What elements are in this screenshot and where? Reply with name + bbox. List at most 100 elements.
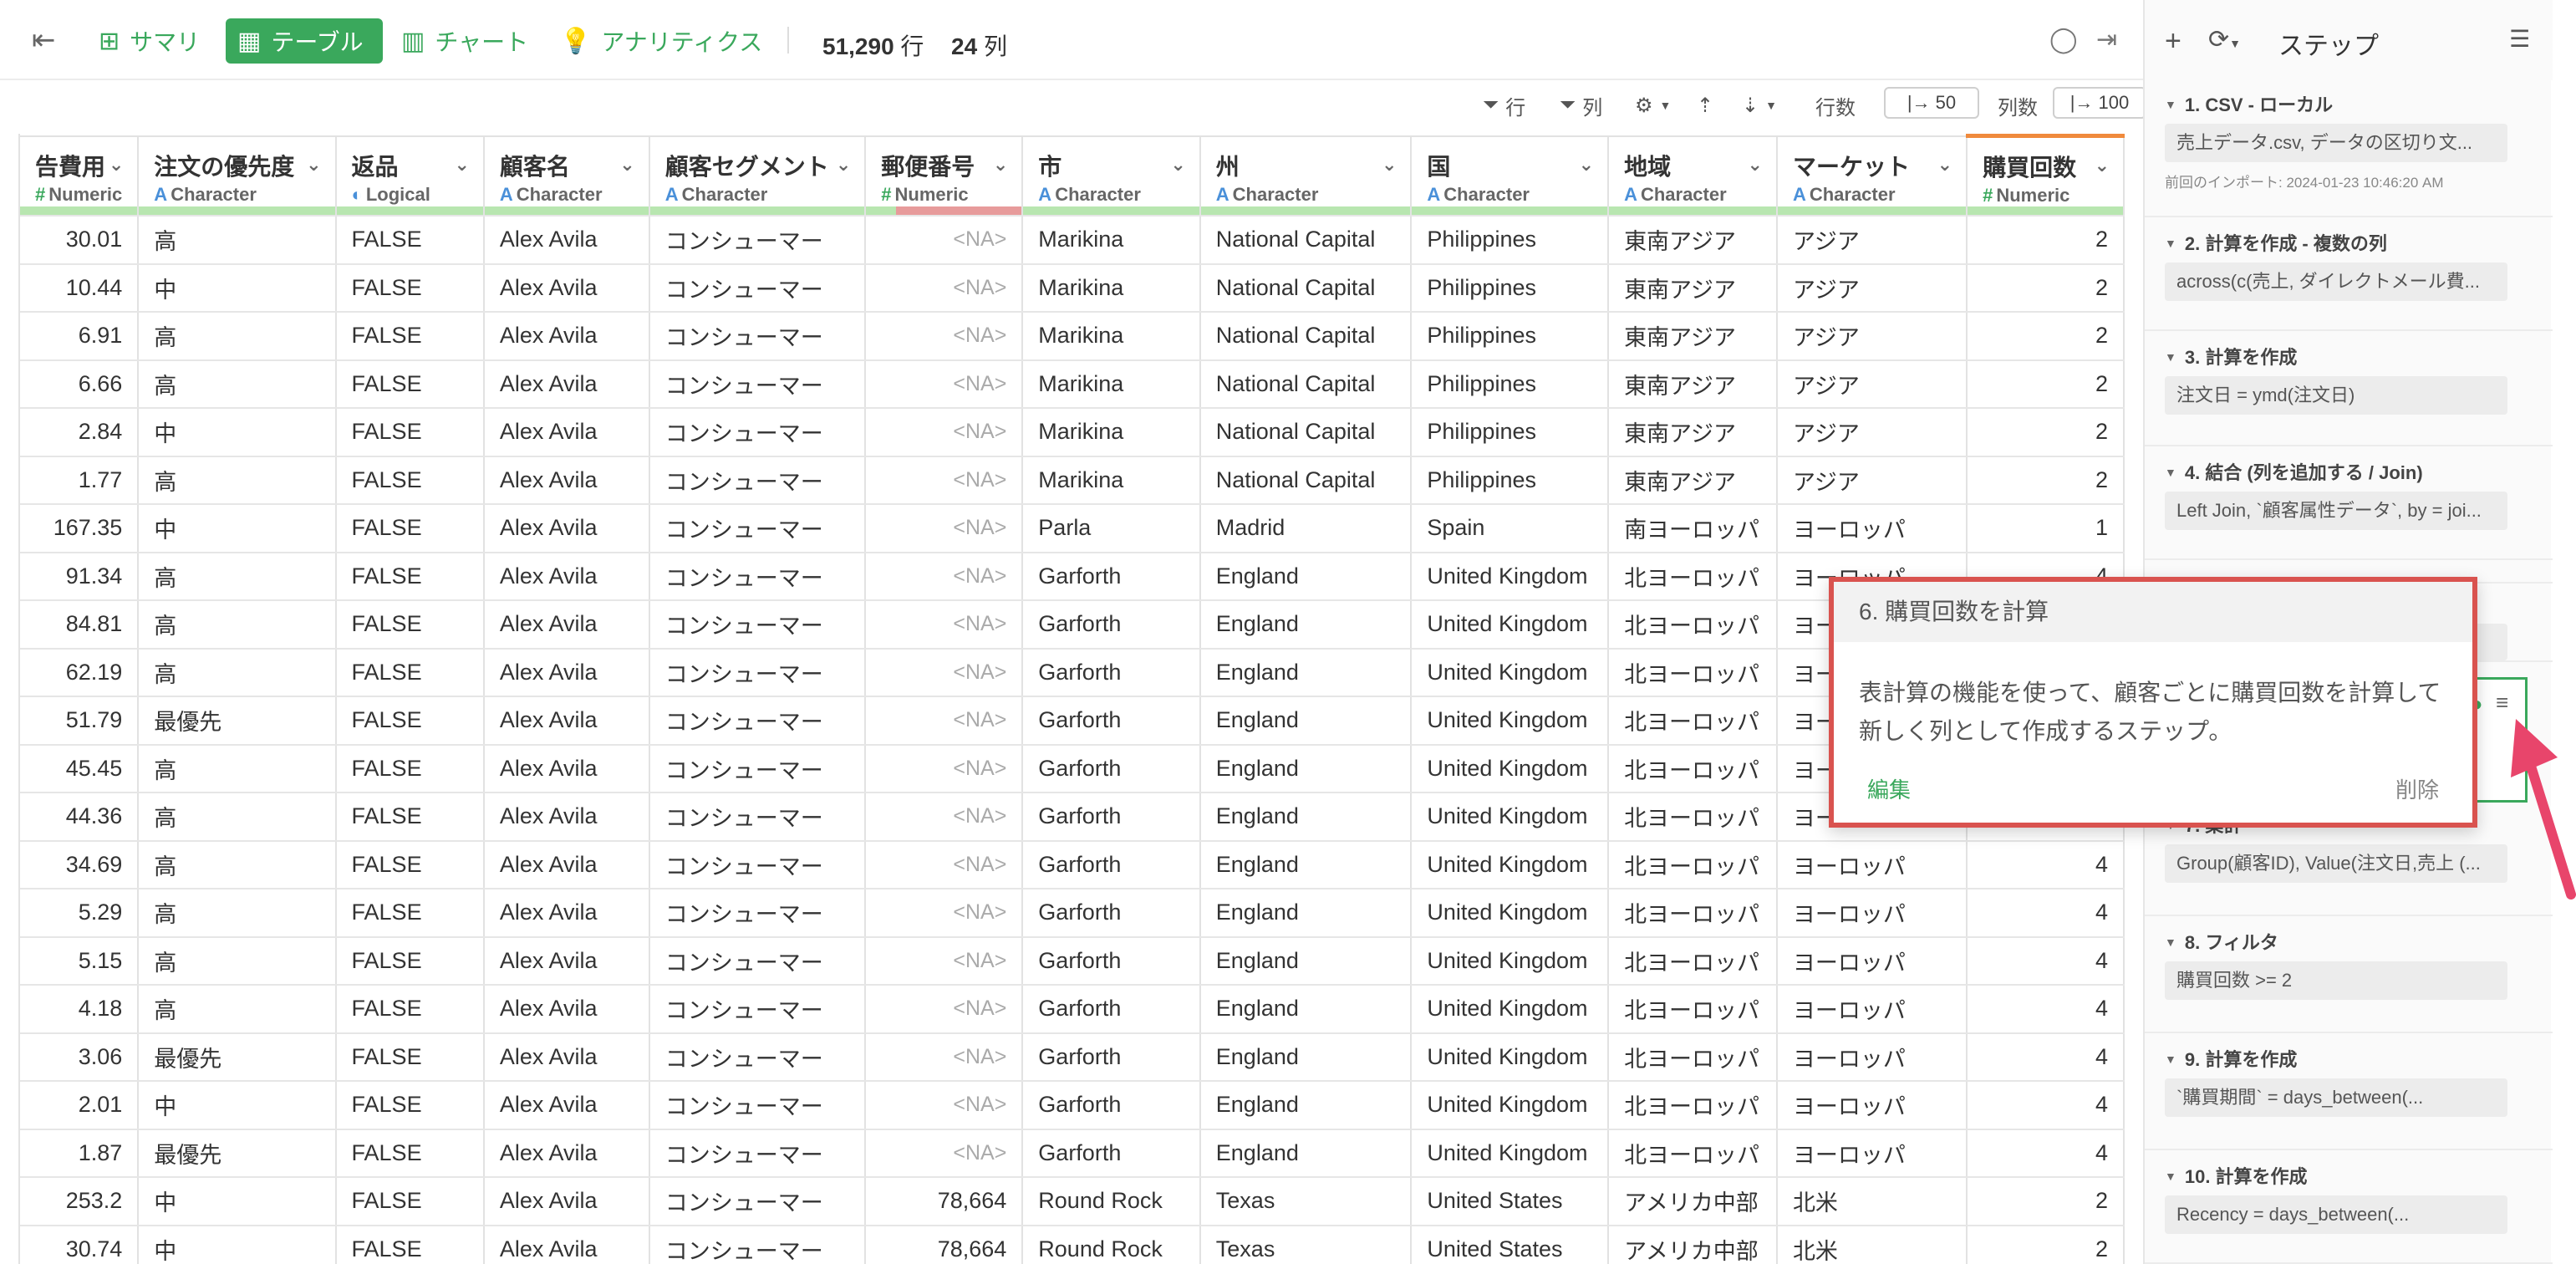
table-row[interactable]: 51.79 最優先 FALSE Alex Avila コンシューマー <NA> Garfor… <box>20 696 2125 746</box>
table-cell[interactable]: 北ヨーロッパ <box>1608 696 1778 746</box>
table-cell[interactable]: ヨーロッパ <box>1776 504 1968 553</box>
collapse-left-icon[interactable]: ⇤ <box>32 25 65 55</box>
table-cell[interactable]: 1.77 <box>20 456 140 505</box>
table-cell[interactable]: FALSE <box>335 408 485 457</box>
table-cell[interactable]: <NA> <box>865 744 1024 793</box>
table-cell[interactable]: United Kingdom <box>1411 1032 1610 1082</box>
table-cell[interactable]: Alex Avila <box>483 985 650 1034</box>
table-cell[interactable]: National Capital <box>1199 408 1413 457</box>
column-menu-chevron-icon[interactable]: ⌄ <box>2095 155 2110 176</box>
table-cell[interactable]: 北ヨーロッパ <box>1608 889 1778 938</box>
step-item[interactable]: 1. CSV - ローカル売上データ.csv, データの区切り文... 前回のイン… <box>2145 80 2553 217</box>
table-cell[interactable]: England <box>1199 793 1413 842</box>
table-cell[interactable]: 45.45 <box>20 744 140 793</box>
column-header[interactable]: 注文の優先度 A Character ⌄ <box>138 135 337 206</box>
settings-dropdown[interactable]: ⚙ ▼ <box>1635 89 1671 122</box>
table-cell[interactable]: United Kingdom <box>1411 985 1610 1034</box>
table-cell[interactable]: コンシューマー <box>649 744 867 793</box>
table-cell[interactable]: Philippines <box>1411 408 1610 457</box>
table-cell[interactable]: <NA> <box>865 696 1024 746</box>
table-cell[interactable]: コンシューマー <box>649 504 867 553</box>
table-cell[interactable]: 北ヨーロッパ <box>1608 648 1778 697</box>
table-cell[interactable]: コンシューマー <box>649 793 867 842</box>
table-cell[interactable]: National Capital <box>1199 263 1413 313</box>
rows-per-page-input[interactable]: |→ 50 <box>1884 87 1979 119</box>
table-cell[interactable]: United Kingdom <box>1411 1129 1610 1178</box>
table-cell[interactable]: <NA> <box>865 408 1024 457</box>
tab-chart[interactable]: ▥ チャート <box>389 18 540 64</box>
table-cell[interactable]: 2 <box>1967 359 2125 409</box>
table-cell[interactable]: <NA> <box>865 889 1024 938</box>
table-cell[interactable]: 4 <box>1967 1129 2125 1178</box>
table-cell[interactable]: 北ヨーロッパ <box>1608 1129 1778 1178</box>
table-cell[interactable]: Alex Avila <box>483 793 650 842</box>
table-cell[interactable]: コンシューマー <box>649 696 867 746</box>
table-cell[interactable]: England <box>1199 648 1413 697</box>
table-cell[interactable]: Marikina <box>1022 263 1201 313</box>
table-cell[interactable]: 4 <box>1967 985 2125 1034</box>
table-cell[interactable]: コンシューマー <box>649 1177 867 1226</box>
table-cell[interactable]: アジア <box>1776 216 1968 265</box>
table-cell[interactable]: 84.81 <box>20 600 140 650</box>
table-cell[interactable]: FALSE <box>335 263 485 313</box>
table-cell[interactable]: Philippines <box>1411 359 1610 409</box>
table-row[interactable]: 2.01 中 FALSE Alex Avila コンシューマー <NA> Garforth E… <box>20 1081 2125 1130</box>
table-cell[interactable]: 最優先 <box>138 1129 337 1178</box>
step-summary[interactable]: across(c(売上, ダイレクトメール費... <box>2165 262 2507 301</box>
table-cell[interactable]: 高 <box>138 456 337 505</box>
table-cell[interactable]: 2 <box>1967 1177 2125 1226</box>
table-row[interactable]: 1.77 高 FALSE Alex Avila コンシューマー <NA> Marikina N… <box>20 456 2125 505</box>
table-cell[interactable]: Texas <box>1199 1225 1413 1264</box>
table-cell[interactable]: 東南アジア <box>1608 216 1778 265</box>
table-cell[interactable]: FALSE <box>335 1081 485 1130</box>
table-cell[interactable]: 3.06 <box>20 1032 140 1082</box>
table-cell[interactable]: United Kingdom <box>1411 744 1610 793</box>
column-header[interactable]: 顧客セグメント A Character ⌄ <box>649 135 867 206</box>
table-cell[interactable]: United Kingdom <box>1411 648 1610 697</box>
table-cell[interactable]: コンシューマー <box>649 1225 867 1264</box>
column-header[interactable]: 購買回数 # Numeric ⌄ <box>1967 134 2125 206</box>
table-cell[interactable]: 南ヨーロッパ <box>1608 504 1778 553</box>
table-cell[interactable]: 10.44 <box>20 263 140 313</box>
table-cell[interactable]: 最優先 <box>138 696 337 746</box>
column-header[interactable]: 地域 A Character ⌄ <box>1608 135 1778 206</box>
column-menu-chevron-icon[interactable]: ⌄ <box>109 154 124 176</box>
step-summary[interactable]: Recency = days_between(... <box>2165 1195 2507 1234</box>
table-cell[interactable]: <NA> <box>865 263 1024 313</box>
table-cell[interactable]: <NA> <box>865 936 1024 986</box>
table-row[interactable]: 84.81 高 FALSE Alex Avila コンシューマー <NA> Garforth… <box>20 600 2125 650</box>
table-cell[interactable]: コンシューマー <box>649 408 867 457</box>
table-cell[interactable]: 中 <box>138 504 337 553</box>
table-cell[interactable]: FALSE <box>335 889 485 938</box>
expand-right-icon[interactable]: ⇥ <box>2096 25 2117 54</box>
table-cell[interactable]: FALSE <box>335 312 485 361</box>
table-cell[interactable]: Round Rock <box>1022 1177 1201 1226</box>
table-row[interactable]: 1.87 最優先 FALSE Alex Avila コンシューマー <NA> Garfort… <box>20 1129 2125 1178</box>
table-cell[interactable]: 2 <box>1967 1225 2125 1264</box>
table-cell[interactable]: Marikina <box>1022 456 1201 505</box>
table-cell[interactable]: アジア <box>1776 456 1968 505</box>
table-cell[interactable]: ヨーロッパ <box>1776 889 1968 938</box>
table-cell[interactable]: コンシューマー <box>649 1032 867 1082</box>
table-cell[interactable]: Garforth <box>1022 552 1201 601</box>
table-cell[interactable]: <NA> <box>865 648 1024 697</box>
table-cell[interactable]: コンシューマー <box>649 985 867 1034</box>
table-cell[interactable]: England <box>1199 600 1413 650</box>
step-summary[interactable]: Group(顧客ID), Value(注文日,売上 (... <box>2165 844 2507 883</box>
table-cell[interactable]: 2 <box>1967 456 2125 505</box>
table-cell[interactable]: 北ヨーロッパ <box>1608 1032 1778 1082</box>
table-cell[interactable]: Alex Avila <box>483 504 650 553</box>
table-cell[interactable]: Alex Avila <box>483 696 650 746</box>
table-cell[interactable]: コンシューマー <box>649 552 867 601</box>
table-cell[interactable]: Alex Avila <box>483 889 650 938</box>
table-cell[interactable]: コンシューマー <box>649 936 867 986</box>
table-cell[interactable]: Alex Avila <box>483 1032 650 1082</box>
table-cell[interactable]: <NA> <box>865 552 1024 601</box>
table-cell[interactable]: 4 <box>1967 936 2125 986</box>
sort-down-dropdown[interactable]: ⇣ ▼ <box>1742 89 1777 122</box>
table-row[interactable]: 3.06 最優先 FALSE Alex Avila コンシューマー <NA> Garfort… <box>20 1032 2125 1082</box>
column-header[interactable]: 郵便番号 # Numeric ⌄ <box>865 135 1024 206</box>
table-cell[interactable]: 中 <box>138 263 337 313</box>
table-cell[interactable]: Philippines <box>1411 263 1610 313</box>
table-cell[interactable]: <NA> <box>865 1129 1024 1178</box>
